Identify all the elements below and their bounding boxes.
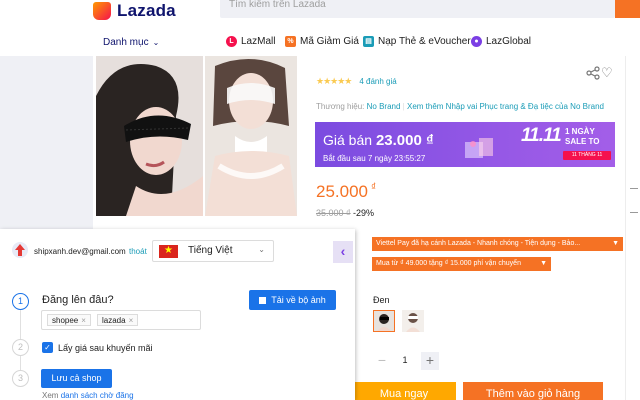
category-menu[interactable]: Danh mục ⌄ <box>103 37 159 48</box>
promo-badge-line1: 1 NGÀY <box>565 127 595 136</box>
promo-badge-line2: SALE TO <box>565 137 600 146</box>
offer-text: Viettel Pay đã hạ cánh Lazada - Nhanh ch… <box>376 240 581 247</box>
offer-viettelpay[interactable]: Viettel Pay đã hạ cánh Lazada - Nhanh ch… <box>372 237 623 251</box>
search-input[interactable]: Tìm kiếm trên Lazada <box>220 0 615 18</box>
remove-tag-icon[interactable]: × <box>81 316 86 325</box>
price-value: 25.000 <box>316 182 368 201</box>
brand-link[interactable]: No Brand <box>367 102 401 111</box>
strip-divider <box>630 212 638 213</box>
upload-arrow-icon <box>12 242 28 258</box>
chevron-down-icon: ⌄ <box>258 245 265 254</box>
lazmall-icon: L <box>226 36 237 47</box>
wishlist-heart-icon[interactable]: ♡ <box>601 65 613 81</box>
step-number-1: 1 <box>12 293 29 310</box>
promo-badge-1111: 11.11 <box>521 125 562 146</box>
user-email: shipxanh.dev@gmail.com <box>34 247 126 256</box>
chevron-down-icon: ⌄ <box>152 38 160 47</box>
dropdown-arrow-icon: ▼ <box>612 240 619 247</box>
promo-price-checkbox[interactable]: ✓ <box>42 342 53 353</box>
step-number-2: 2 <box>12 339 29 356</box>
product-photo-second[interactable] <box>205 56 297 216</box>
promo-price: Giá bán 23.000 ₫ <box>323 132 434 149</box>
promo-price-checkbox-label[interactable]: Lấy giá sau khuyến mãi <box>58 343 153 353</box>
tag-lazada[interactable]: lazada × <box>97 314 139 326</box>
flash-sale-banner[interactable]: Giá bán 23.000 ₫ Bắt đầu sau 7 ngày 23:5… <box>315 122 615 167</box>
lazglobal-icon: ● <box>471 36 482 47</box>
promo-badge-text: 1 NGÀY SALE TO <box>565 127 600 147</box>
nav-item-topup[interactable]: ▤ Nạp Thẻ & eVoucher <box>363 36 471 47</box>
voucher-icon: % <box>285 36 296 47</box>
quantity-value[interactable]: 1 <box>398 355 412 365</box>
search-placeholder: Tìm kiếm trên Lazada <box>229 0 326 10</box>
currency-symbol: ₫ <box>371 182 377 194</box>
nav-item-label: LazMall <box>241 36 276 47</box>
current-price: 25.000 ₫ <box>316 182 376 202</box>
brand-label: Thương hiệu: <box>316 102 365 111</box>
promo-badge-date: 11 THÁNG 11 <box>563 151 611 160</box>
offer-text: Mua từ ₫ 49.000 tặng ₫ 15.000 phí vận ch… <box>376 260 521 267</box>
pending-list-link[interactable]: danh sách chờ đăng <box>61 391 134 400</box>
color-value: Đen <box>373 295 390 305</box>
discount-percent: -29% <box>353 208 375 218</box>
rating-stars: ★★★★★ <box>316 76 352 86</box>
nav-item-lazmall[interactable]: L LazMall <box>226 36 275 47</box>
category-navbar: Danh mục ⌄ L LazMall % Mã Giảm Giá ▤ Nạp Thẻ… <box>0 26 640 56</box>
add-to-cart-button[interactable]: Thêm vào giỏ hàng <box>463 382 603 400</box>
download-button-label: Tải về bộ ảnh <box>271 295 326 305</box>
nav-item-label: Mã Giảm Giá <box>300 36 359 47</box>
shipxanh-extension-panel: shipxanh.dev@gmail.com thoát ★ Tiếng Việ… <box>0 229 355 400</box>
buy-now-button[interactable]: Mua ngay <box>352 382 456 400</box>
step1-title: Đăng lên đâu? <box>42 294 114 306</box>
color-swatch-black[interactable] <box>373 310 395 332</box>
rating-count[interactable]: 4 đánh giá <box>359 77 396 86</box>
tag-label: shopee <box>52 316 79 325</box>
download-images-button[interactable]: Tải về bộ ảnh <box>249 290 336 310</box>
language-value: Tiếng Việt <box>188 245 233 256</box>
offer-free-shipping[interactable]: Mua từ ₫ 49.000 tặng ₫ 15.000 phí vận ch… <box>372 257 551 271</box>
pending-prefix: Xem <box>42 391 59 400</box>
collapse-panel-button[interactable]: ‹ <box>333 241 353 263</box>
nav-item-voucher[interactable]: % Mã Giảm Giá <box>285 36 359 47</box>
remove-tag-icon[interactable]: × <box>129 316 134 325</box>
tag-shopee[interactable]: shopee × <box>47 314 91 326</box>
lazada-logo[interactable]: Lazada <box>93 0 176 22</box>
logo-text: Lazada <box>117 1 176 20</box>
nav-item-label: LazGlobal <box>486 36 532 47</box>
platform-tags-input[interactable]: shopee × lazada × <box>41 310 201 330</box>
dropdown-arrow-icon: ▼ <box>540 260 547 267</box>
nav-item-label: Nạp Thẻ & eVoucher <box>378 36 471 47</box>
promo-price-label: Giá bán <box>323 132 373 148</box>
step-number-3: 3 <box>12 370 29 387</box>
promo-countdown: Bắt đầu sau 7 ngày 23:55:27 <box>323 154 426 163</box>
original-price: 35.000 ₫ <box>316 208 351 218</box>
pending-list-line: Xem danh sách chờ đăng <box>42 391 134 400</box>
product-rating[interactable]: ★★★★★ 4 đánh giá <box>316 76 397 87</box>
right-sidebar-strip <box>625 56 640 400</box>
tag-label: lazada <box>102 316 126 325</box>
product-photo-main[interactable] <box>96 56 203 216</box>
language-select[interactable]: ★ Tiếng Việt ⌄ <box>152 240 274 262</box>
save-shop-button[interactable]: Lưu cả shop <box>41 369 112 388</box>
category-label: Danh mục <box>103 37 149 48</box>
download-icon <box>259 297 267 304</box>
share-icon[interactable] <box>586 66 600 80</box>
topup-icon: ▤ <box>363 36 374 47</box>
search-button[interactable] <box>615 0 640 18</box>
nav-item-lazglobal[interactable]: ● LazGlobal <box>471 36 531 47</box>
brand-more-link[interactable]: Xem thêm Nhập vai Phục trang & Đạ tiệc c… <box>407 102 604 111</box>
strip-divider <box>630 188 638 189</box>
lazada-heart-icon <box>93 2 111 20</box>
quantity-increase-button[interactable]: + <box>421 352 439 370</box>
shopping-bag-illustration <box>465 138 493 158</box>
vietnam-flag-icon: ★ <box>159 245 178 258</box>
quantity-decrease-button[interactable]: − <box>373 352 391 370</box>
logout-link[interactable]: thoát <box>129 247 147 256</box>
brand-line: Thương hiệu: No Brand | Xem thêm Nhập va… <box>316 102 604 111</box>
color-swatch-white[interactable] <box>402 310 424 332</box>
promo-price-value: 23.000 ₫ <box>375 132 434 149</box>
